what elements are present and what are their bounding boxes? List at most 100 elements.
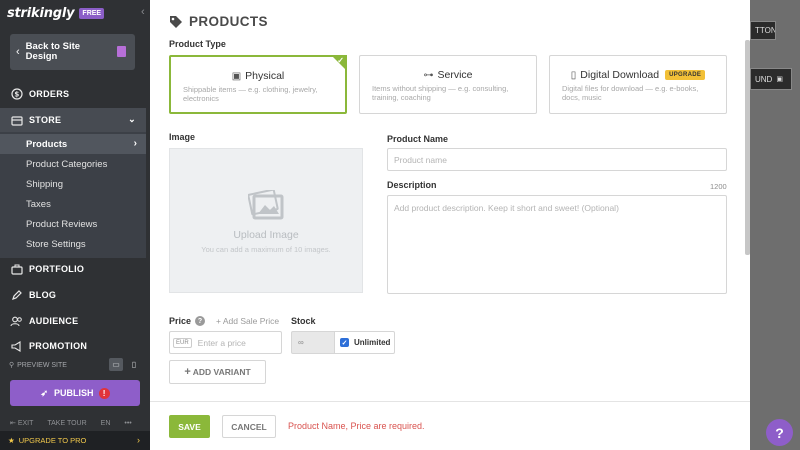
plan-badge: FREE [79, 7, 105, 19]
sidebar-item-label: BLOG [29, 290, 57, 300]
back-to-site-design-button[interactable]: ‹ Back to Site Design [10, 34, 135, 70]
preview-device-toggles: ▭ ▯ [109, 358, 141, 371]
sidebar-item-label: PORTFOLIO [29, 264, 85, 274]
type-title-label: Digital Download [580, 69, 660, 81]
image-icon: ▣ [776, 76, 783, 83]
preview-site-link[interactable]: PREVIEW SITE [17, 362, 67, 369]
exit-label: EXIT [17, 420, 34, 427]
product-type-physical[interactable]: ▣ Physical Shippable items — e.g. clothi… [169, 55, 347, 114]
background-button-label: UND [755, 74, 773, 84]
publish-label: PUBLISH [54, 388, 94, 398]
page-title: PRODUCTS [189, 14, 268, 29]
preview-site-row: ⚲ PREVIEW SITE ▭ ▯ [9, 358, 141, 372]
product-editor-modal: PRODUCTS Product Type ▣ Physical Shippab… [150, 0, 750, 450]
logo-row: strikingly FREE [0, 0, 150, 26]
description-label: Description [387, 180, 437, 190]
product-type-label: Product Type [169, 39, 226, 49]
chevron-down-icon: ⌄ [128, 114, 136, 124]
background-button: TTON [750, 21, 776, 40]
price-input[interactable] [197, 337, 278, 348]
stock-input[interactable]: ∞ [291, 331, 335, 354]
product-type-service[interactable]: ⊶ Service Items without shipping — e.g. … [359, 55, 537, 114]
sidebar-subitem-shipping[interactable]: Shipping [0, 174, 146, 194]
alert-badge: ! [98, 387, 110, 399]
product-name-label: Product Name [387, 134, 449, 144]
dollar-icon: $ [10, 88, 23, 101]
box-icon: ▣ [231, 70, 242, 82]
design-icon [117, 46, 126, 57]
more-options-icon[interactable]: ••• [124, 420, 131, 427]
checkbox-checked-icon[interactable]: ✓ [340, 338, 349, 347]
mobile-icon[interactable]: ▯ [127, 358, 141, 371]
unlimited-label: Unlimited [354, 338, 391, 347]
chevron-right-icon: › [137, 435, 140, 445]
question-icon[interactable]: ? [195, 316, 206, 326]
sidebar-item-portfolio[interactable]: PORTFOLIO [0, 257, 150, 281]
add-variant-button[interactable]: + ADD VARIANT [169, 360, 266, 384]
sidebar-item-blog[interactable]: BLOG [0, 283, 150, 307]
upgrade-badge: UPGRADE [665, 70, 706, 80]
sidebar-item-audience[interactable]: AUDIENCE [0, 309, 150, 333]
strikingly-logo[interactable]: strikingly [7, 6, 75, 21]
subitem-label: Store Settings [26, 238, 86, 250]
file-icon: ▯ [570, 69, 577, 81]
pen-icon [10, 289, 23, 302]
sidebar-subitem-store-settings[interactable]: Store Settings [0, 234, 146, 254]
store-section: STORE ⌄ Products › Product Categories Sh… [0, 108, 146, 258]
editor-sidebar: strikingly FREE ‹ ‹ Back to Site Design … [0, 0, 150, 450]
sidebar-item-orders[interactable]: $ ORDERS [0, 82, 150, 106]
sidebar-subitem-product-categories[interactable]: Product Categories [0, 154, 146, 174]
sidebar-subitem-product-reviews[interactable]: Product Reviews [0, 214, 146, 234]
users-icon [10, 315, 23, 328]
description-textarea[interactable] [387, 195, 727, 294]
type-title: ▯ Digital Download UPGRADE [550, 69, 726, 81]
store-icon [10, 114, 23, 127]
take-tour-link[interactable]: TAKE TOUR [47, 420, 86, 427]
subitem-label: Shipping [26, 178, 63, 190]
type-description: Shippable items — e.g. clothing, jewelry… [183, 85, 318, 103]
modal-scrollbar[interactable] [745, 40, 750, 255]
type-description: Digital files for download — e.g. e-book… [562, 84, 699, 102]
publish-button[interactable]: ➶ PUBLISH ! [10, 380, 140, 406]
dumbbell-icon: ⊶ [423, 69, 434, 81]
chevron-left-icon: ‹ [16, 46, 20, 58]
subitem-label: Products [26, 138, 68, 150]
add-sale-price-link[interactable]: + Add Sale Price [216, 316, 279, 326]
subitem-label: Taxes [26, 198, 51, 210]
sidebar-subitem-taxes[interactable]: Taxes [0, 194, 146, 214]
chevron-right-icon: › [133, 138, 137, 149]
product-type-digital-download[interactable]: ▯ Digital Download UPGRADE Digital files… [549, 55, 727, 114]
svg-text:$: $ [14, 91, 19, 99]
sidebar-footer: ⇤ EXIT TAKE TOUR EN ••• [10, 418, 140, 428]
background-button: UND ▣ [750, 68, 792, 90]
type-title-label: Service [437, 69, 473, 81]
language-selector[interactable]: EN [101, 420, 111, 427]
product-name-input[interactable] [387, 148, 727, 171]
type-title: ▣ Physical [171, 70, 345, 82]
rocket-icon: ➶ [40, 387, 49, 398]
briefcase-icon [10, 263, 23, 276]
sidebar-item-label: AUDIENCE [29, 316, 79, 326]
price-label-row: Price ? [169, 316, 206, 326]
back-button-label: Back to Site Design [25, 41, 81, 62]
image-upload-area[interactable]: Upload Image You can add a maximum of 10… [169, 148, 363, 293]
desktop-icon[interactable]: ▭ [109, 358, 123, 371]
cancel-button[interactable]: CANCEL [222, 415, 276, 438]
sidebar-subitem-products[interactable]: Products › [0, 134, 146, 154]
tag-icon [170, 15, 182, 28]
subitem-label: Product Categories [26, 158, 108, 170]
validation-error: Product Name, Price are required. [288, 421, 425, 431]
sidebar-item-store[interactable]: STORE ⌄ [0, 108, 146, 132]
sidebar-item-promotion[interactable]: PROMOTION [0, 334, 150, 358]
upgrade-to-pro-bar[interactable]: ★ UPGRADE TO PRO › [0, 431, 150, 450]
unlimited-toggle[interactable]: ✓ Unlimited [335, 331, 395, 354]
megaphone-icon [10, 340, 23, 353]
type-title: ⊶ Service [360, 69, 536, 81]
help-button[interactable]: ? [766, 419, 793, 446]
subitem-label: Product Reviews [26, 218, 98, 230]
collapse-sidebar-icon[interactable]: ‹ [141, 6, 145, 18]
image-icon [248, 190, 284, 220]
exit-link[interactable]: ⇤ EXIT [10, 419, 33, 427]
image-label: Image [169, 132, 196, 142]
save-button[interactable]: SAVE [169, 415, 210, 438]
